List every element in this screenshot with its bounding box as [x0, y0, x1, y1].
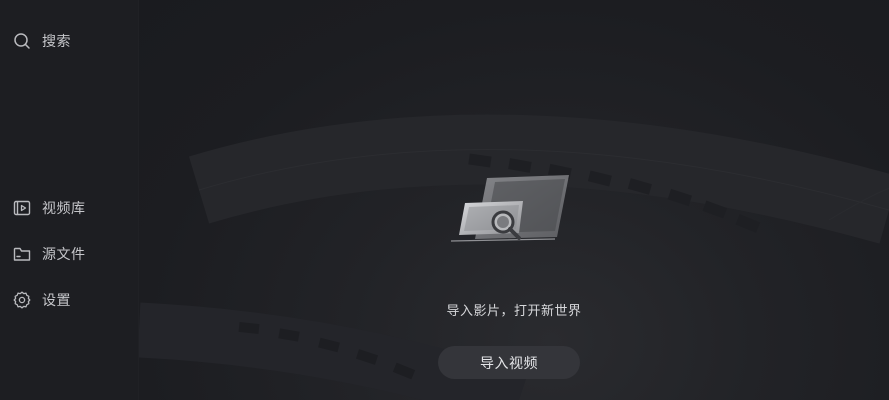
sidebar: 搜索 视频库 源文件 设置	[0, 0, 139, 400]
main-content: 导入影片，打开新世界 导入视频	[139, 0, 889, 400]
sidebar-item-label: 搜索	[42, 34, 71, 50]
empty-state: 导入影片，打开新世界 导入视频	[139, 175, 889, 379]
search-icon	[12, 31, 32, 51]
sidebar-item-label: 设置	[42, 293, 71, 309]
import-video-button[interactable]: 导入视频	[438, 346, 580, 379]
video-library-icon	[12, 198, 32, 218]
sidebar-item-settings[interactable]: 设置	[12, 287, 79, 313]
app-window: 搜索 视频库 源文件 设置 导入影片，打开新世界 导入视频	[0, 0, 889, 400]
empty-state-message: 导入影片，打开新世界	[446, 304, 582, 319]
sidebar-item-label: 源文件	[42, 247, 86, 263]
sidebar-item-video-library[interactable]: 视频库	[12, 195, 94, 221]
import-media-illustration-icon	[450, 175, 569, 242]
sidebar-item-label: 视频库	[42, 201, 86, 217]
sidebar-item-source-files[interactable]: 源文件	[12, 241, 94, 267]
sidebar-item-search[interactable]: 搜索	[12, 28, 79, 54]
folder-icon	[12, 244, 32, 264]
gear-icon	[12, 290, 32, 310]
